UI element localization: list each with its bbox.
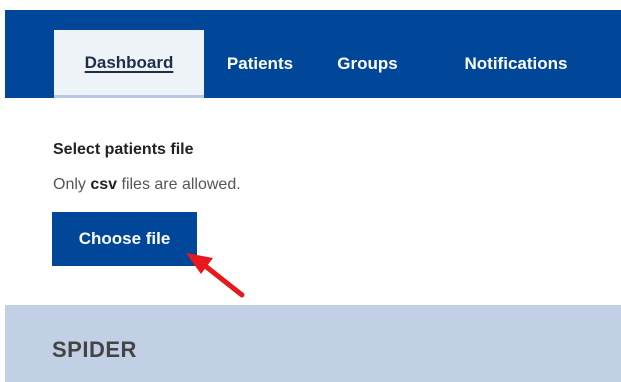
tab-groups[interactable]: Groups — [315, 30, 420, 98]
red-arrow-icon — [186, 253, 245, 298]
footer-band: SPIDER — [5, 305, 621, 382]
brand-name: SPIDER — [52, 337, 137, 362]
tab-patients[interactable]: Patients — [205, 30, 315, 98]
hint-suffix: files are allowed. — [117, 176, 241, 193]
choose-file-button[interactable]: Choose file — [52, 212, 197, 266]
file-select-label: Select patients file — [53, 141, 194, 158]
file-type-hint: Only csv files are allowed. — [53, 176, 241, 194]
tab-notifications[interactable]: Notifications — [420, 30, 612, 98]
hint-prefix: Only — [53, 176, 91, 193]
top-navbar: Dashboard Patients Groups Notifications — [5, 10, 621, 98]
page: Dashboard Patients Groups Notifications … — [0, 0, 621, 382]
hint-file-type: csv — [90, 176, 118, 193]
tab-dashboard[interactable]: Dashboard — [54, 30, 204, 98]
